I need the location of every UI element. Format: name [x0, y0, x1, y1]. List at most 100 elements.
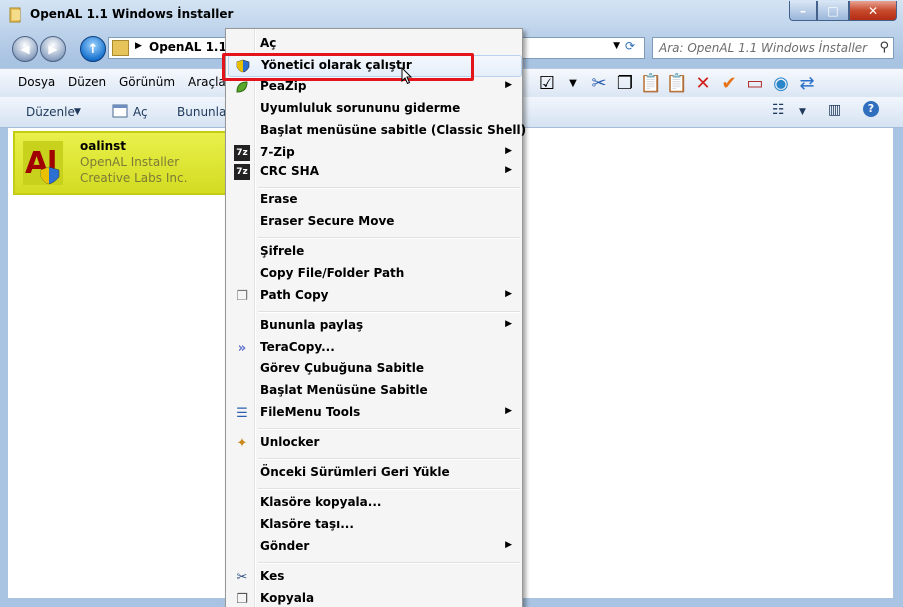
ctx-label: Eraser Secure Move [260, 214, 395, 228]
rename-icon[interactable]: ▭ [744, 72, 766, 94]
ctx-label: Önceki Sürümleri Geri Yükle [260, 465, 450, 479]
ctx-item-share-with[interactable]: Bununla paylaş ▶ [228, 316, 520, 336]
ctx-label: Başlat Menüsüne Sabitle [260, 383, 428, 397]
scissors-icon[interactable]: ✂ [588, 72, 610, 94]
organize-button[interactable]: Düzenle [26, 105, 75, 119]
ctx-item-open[interactable]: Aç [228, 34, 520, 54]
ctx-label: Kopyala [260, 591, 315, 605]
ctx-item-teracopy[interactable]: » TeraCopy... [228, 338, 520, 358]
ctx-label: Erase [260, 192, 298, 206]
ctx-item-crc-sha[interactable]: 7z CRC SHA ▶ [228, 162, 520, 182]
menu-file[interactable]: Dosya [18, 75, 55, 89]
file-name: oalinst [80, 139, 126, 153]
menu-separator [258, 428, 520, 430]
ctx-label: 7-Zip [260, 145, 295, 159]
help-icon[interactable]: ? [863, 101, 879, 117]
search-placeholder: Ara: OpenAL 1.1 Windows İnstaller [659, 41, 868, 55]
ctx-label: Unlocker [260, 435, 320, 449]
scissors-icon: ✂ [236, 569, 248, 585]
menu-separator [258, 187, 520, 189]
menu-separator [258, 237, 520, 239]
toolbar-icons: ☑ ▼ ✂ ❐ 📋 📋 ✕ ✔ ▭ ◉ ⇄ [520, 70, 818, 96]
file-item-oalinst[interactable]: A l oalinst OpenAL Installer Creative La… [13, 131, 229, 195]
ctx-label: Kes [260, 569, 285, 583]
preview-pane-icon[interactable]: ▥ [828, 102, 841, 118]
ctx-item-pin-start-menu[interactable]: Başlat Menüsüne Sabitle [228, 381, 520, 401]
menu-view[interactable]: Görünüm [119, 75, 175, 89]
submenu-arrow-icon: ▶ [505, 319, 512, 329]
7zip-icon: 7z [234, 164, 250, 180]
ctx-item-send-to[interactable]: Gönder ▶ [228, 537, 520, 557]
view-options-icon[interactable]: ☷ [772, 102, 785, 118]
ctx-label: Copy File/Folder Path [260, 266, 405, 280]
ctx-item-filemenu-tools[interactable]: ☰ FileMenu Tools ▶ [228, 403, 520, 423]
checkmark-icon[interactable]: ✔ [718, 72, 740, 94]
window-controls: – □ ✕ [789, 1, 897, 21]
sync-icon[interactable]: ⇄ [796, 72, 818, 94]
ctx-item-pin-classic-shell[interactable]: Başlat menüsüne sabitle (Classic Shell) [228, 121, 526, 141]
teracopy-icon: » [237, 340, 247, 356]
open-icon [112, 104, 128, 118]
ctx-item-copy-path[interactable]: Copy File/Folder Path [228, 264, 520, 284]
menu-separator [258, 562, 520, 564]
back-button[interactable]: ◀ [12, 36, 38, 62]
chevron-down-icon[interactable]: ▼ [613, 41, 620, 51]
ctx-item-restore-previous[interactable]: Önceki Sürümleri Geri Yükle [228, 463, 520, 483]
ctx-item-path-copy[interactable]: ❐ Path Copy ▶ [228, 286, 520, 306]
ctx-label: Aç [260, 36, 277, 50]
ctx-item-cut[interactable]: ✂ Kes [228, 567, 520, 587]
copy-icon: ❐ [236, 591, 248, 607]
menu-separator [258, 458, 520, 460]
menu-separator [258, 311, 520, 313]
chevron-down-icon[interactable]: ▼ [799, 107, 806, 117]
submenu-arrow-icon: ▶ [505, 146, 512, 156]
mouse-cursor-icon [401, 67, 413, 85]
delete-icon[interactable]: ✕ [692, 72, 714, 94]
close-button[interactable]: ✕ [849, 1, 897, 21]
ctx-item-copy-to-folder[interactable]: Klasöre kopyala... [228, 493, 520, 513]
chevron-down-icon[interactable]: ▼ [562, 72, 584, 94]
up-button[interactable]: ↑ [80, 36, 106, 62]
submenu-arrow-icon: ▶ [505, 165, 512, 175]
window-title: OpenAL 1.1 Windows İnstaller [30, 7, 234, 21]
ctx-item-erase[interactable]: Erase [228, 190, 520, 210]
ctx-label: Başlat menüsüne sabitle (Classic Shell) [260, 123, 527, 137]
ctx-item-eraser-secure-move[interactable]: Eraser Secure Move [228, 212, 520, 232]
menu-separator [258, 488, 520, 490]
refresh-icon[interactable]: ⟳ [625, 39, 641, 55]
ctx-item-7zip[interactable]: 7z 7-Zip ▶ [228, 143, 520, 163]
ctx-item-move-to-folder[interactable]: Klasöre taşı... [228, 515, 520, 535]
title-bar[interactable]: OpenAL 1.1 Windows İnstaller – □ ✕ [0, 0, 903, 30]
ctx-label: Uyumluluk sorununu giderme [260, 101, 461, 115]
ctx-item-copy[interactable]: ❐ Kopyala [228, 589, 520, 607]
checklist-icon[interactable]: ☑ [536, 72, 558, 94]
globe-icon[interactable]: ◉ [770, 72, 792, 94]
filemenu-tools-icon: ☰ [236, 405, 248, 421]
ctx-item-encrypt[interactable]: Şifrele [228, 242, 520, 262]
clipboard-icon[interactable]: 📋 [640, 72, 662, 94]
menu-tools[interactable]: Araçla [188, 75, 226, 89]
file-company: Creative Labs Inc. [80, 171, 188, 185]
search-input[interactable]: Ara: OpenAL 1.1 Windows İnstaller ⚲ [652, 37, 894, 59]
annotation-highlight-box [222, 53, 474, 81]
openal-installer-icon: A l [23, 141, 63, 185]
search-icon[interactable]: ⚲ [879, 40, 889, 55]
ctx-label: Bununla paylaş [260, 318, 364, 332]
minimize-button[interactable]: – [789, 1, 817, 21]
open-button[interactable]: Aç [133, 105, 148, 119]
ctx-item-pin-taskbar[interactable]: Görev Çubuğuna Sabitle [228, 359, 520, 379]
paste-icon[interactable]: 📋 [666, 72, 688, 94]
folder-icon [112, 40, 129, 56]
maximize-button[interactable]: □ [817, 1, 849, 21]
copy-icon[interactable]: ❐ [614, 72, 636, 94]
ctx-item-troubleshoot[interactable]: Uyumluluk sorununu giderme [228, 99, 520, 119]
chevron-right-icon[interactable]: ▶ [135, 41, 142, 51]
ctx-label: Path Copy [260, 288, 329, 302]
ctx-item-unlocker[interactable]: ✦ Unlocker [228, 433, 520, 453]
share-button[interactable]: Bununla [177, 105, 226, 119]
7zip-icon: 7z [234, 145, 250, 161]
menu-edit[interactable]: Düzen [68, 75, 106, 89]
forward-button[interactable]: ▶ [40, 36, 66, 62]
path-copy-icon: ❐ [236, 288, 248, 304]
chevron-down-icon[interactable]: ▼ [74, 107, 81, 117]
